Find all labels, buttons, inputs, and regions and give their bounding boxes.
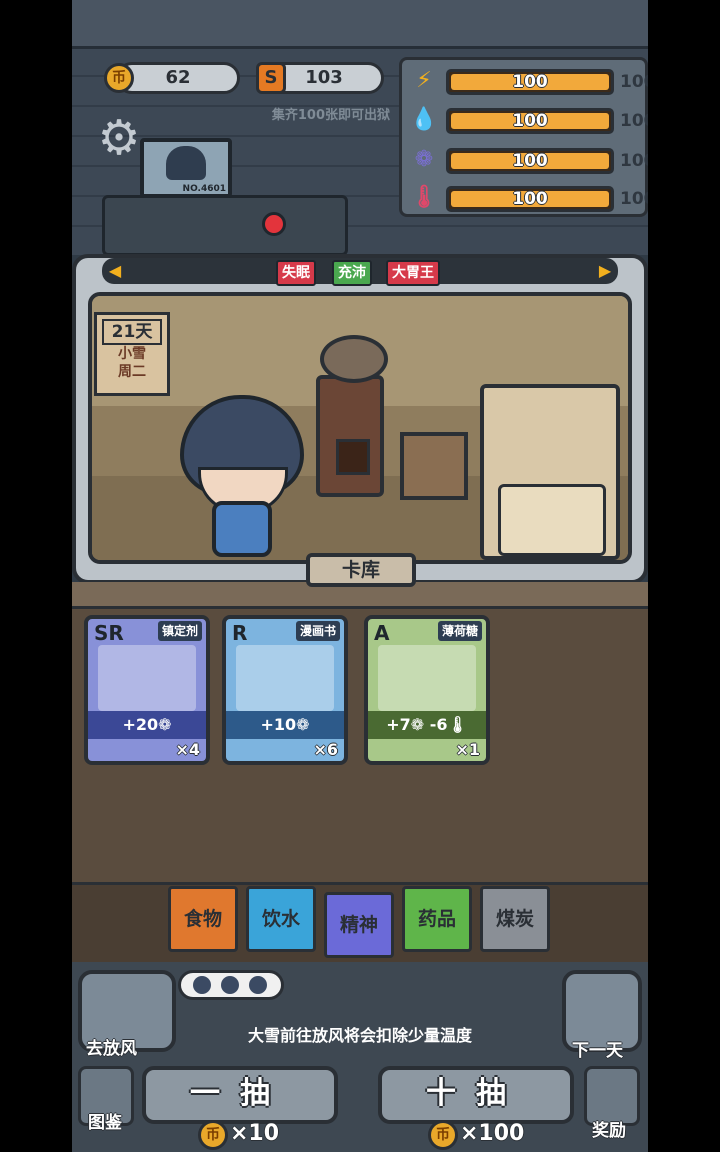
stat-mind: ❁ 100 100 bbox=[410, 145, 648, 175]
draw-ten-button[interactable]: 十抽 bbox=[378, 1066, 574, 1124]
tab-water[interactable]: 饮水 bbox=[246, 886, 316, 952]
right-letterbox bbox=[648, 0, 720, 1152]
stat-value: 100 bbox=[512, 72, 548, 92]
card-comic-book[interactable]: R 漫画书 +10❁ ×6 bbox=[222, 615, 348, 765]
tab-food[interactable]: 食物 bbox=[168, 886, 238, 952]
card-effect: +7❁ -6🌡 bbox=[368, 711, 486, 739]
reward-label: 奖励 bbox=[592, 1121, 626, 1141]
stat-energy: ⚡ 100 100 bbox=[410, 66, 648, 96]
stat-max: 100 bbox=[620, 189, 648, 209]
stat-bar: 100 bbox=[446, 148, 614, 174]
stat-max: 100 bbox=[620, 72, 648, 92]
coal-stove bbox=[316, 335, 388, 497]
red-light-icon bbox=[262, 212, 286, 236]
left-letterbox bbox=[0, 0, 72, 1152]
prisoner-character[interactable] bbox=[180, 395, 304, 560]
stat-value: 100 bbox=[512, 151, 548, 171]
thermometer-icon: 🌡 bbox=[410, 185, 438, 210]
draw-one-cost: ×10 bbox=[230, 1121, 280, 1146]
card-rarity: R bbox=[232, 621, 248, 645]
stat-max: 100 bbox=[620, 151, 648, 171]
inmate-avatar bbox=[221, 976, 239, 994]
card-count: ×4 bbox=[175, 740, 200, 759]
coin-icon: 币 bbox=[198, 1120, 228, 1150]
prisoner-monitor: NO.4601 bbox=[140, 138, 232, 198]
trait-bar: ◀ ▶ 失眠 充沛 大胃王 bbox=[102, 258, 618, 286]
stove-lid bbox=[320, 335, 388, 383]
trait-tag-big-eater[interactable]: 大胃王 bbox=[386, 260, 440, 286]
tab-coal[interactable]: 煤炭 bbox=[480, 886, 550, 952]
calendar-weekday: 周二 bbox=[118, 364, 146, 380]
next-arrow-icon[interactable]: ▶ bbox=[598, 262, 612, 280]
prisoner-body bbox=[212, 501, 272, 557]
catalog-label: 图鉴 bbox=[88, 1113, 122, 1133]
stool bbox=[400, 432, 468, 500]
card-rarity: A bbox=[374, 621, 390, 645]
card-name: 漫画书 bbox=[295, 621, 340, 641]
coin-counter: 62 bbox=[116, 62, 240, 94]
prev-arrow-icon[interactable]: ◀ bbox=[108, 262, 122, 280]
settings-gear-icon[interactable]: ⚙ bbox=[96, 114, 142, 162]
calendar: 21天 小雪 周二 bbox=[94, 312, 170, 396]
escape-hint: 集齐100张即可出狱 bbox=[271, 108, 390, 123]
prisoner-id: NO.4601 bbox=[182, 184, 226, 194]
coin-icon: 币 bbox=[104, 63, 134, 93]
draw-ten-cost: ×100 bbox=[460, 1121, 525, 1146]
card-name: 薄荷糖 bbox=[437, 621, 482, 641]
machine-console bbox=[102, 195, 348, 256]
pillow bbox=[498, 484, 606, 556]
card-sedative[interactable]: SR 镇定剂 +20❁ ×4 bbox=[84, 615, 210, 765]
trait-tag-insomnia[interactable]: 失眠 bbox=[276, 260, 316, 286]
stat-temperature: 🌡 100 100 bbox=[410, 183, 648, 213]
card-rarity: SR bbox=[94, 621, 124, 645]
syringe-icon bbox=[98, 645, 196, 711]
card-name: 镇定剂 bbox=[157, 621, 202, 641]
s-token-count: 103 bbox=[305, 67, 343, 88]
stove-fire bbox=[336, 439, 370, 475]
stat-water: 💧 100 100 bbox=[410, 105, 648, 135]
stat-bar: 100 bbox=[446, 69, 614, 95]
tab-mind[interactable]: 精神 bbox=[324, 892, 394, 958]
ceiling bbox=[72, 0, 648, 49]
stat-bar: 100 bbox=[446, 108, 614, 134]
notice-text: 大雪前往放风将会扣除少量温度 bbox=[247, 1026, 472, 1045]
coin-icon: 币 bbox=[428, 1120, 458, 1150]
card-mint-candy[interactable]: A 薄荷糖 +7❁ -6🌡 ×1 bbox=[364, 615, 490, 765]
lightning-icon: ⚡ bbox=[416, 68, 432, 93]
inmate-avatar bbox=[249, 976, 267, 994]
comic-book-icon bbox=[236, 645, 334, 711]
brain-icon: ❁ bbox=[414, 147, 434, 172]
inmates-bubble bbox=[178, 970, 284, 1000]
stat-max: 100 bbox=[620, 111, 648, 131]
stats-panel: ⚡ 100 100 💧 100 100 ❁ 100 100 🌡 100 100 bbox=[399, 57, 648, 217]
card-count: ×1 bbox=[455, 740, 480, 759]
game-screen: 62 币 103 S 集齐100张即可出狱 ⚙ NO.4601 ⚡ 100 10… bbox=[72, 0, 648, 1152]
s-card-icon: S bbox=[256, 62, 286, 94]
calendar-weather: 小雪 bbox=[118, 346, 146, 362]
inmate-avatar bbox=[193, 976, 211, 994]
card-effect: +10❁ bbox=[226, 711, 344, 739]
section-label: 卡库 bbox=[306, 553, 416, 587]
card-count: ×6 bbox=[313, 740, 338, 759]
stat-value: 100 bbox=[512, 189, 548, 209]
stat-bar: 100 bbox=[446, 186, 614, 212]
stat-value: 100 bbox=[512, 111, 548, 131]
water-drop-icon: 💧 bbox=[410, 107, 438, 132]
prisoner-portrait bbox=[166, 146, 206, 180]
tab-medicine[interactable]: 药品 bbox=[402, 886, 472, 952]
draw-one-button[interactable]: 一抽 bbox=[142, 1066, 338, 1124]
trait-tag-energetic[interactable]: 充沛 bbox=[332, 260, 372, 286]
card-effect: +20❁ bbox=[88, 711, 206, 739]
calendar-day: 21天 bbox=[102, 319, 162, 345]
mint-leaf-icon bbox=[378, 645, 476, 711]
coin-count: 62 bbox=[165, 67, 191, 88]
